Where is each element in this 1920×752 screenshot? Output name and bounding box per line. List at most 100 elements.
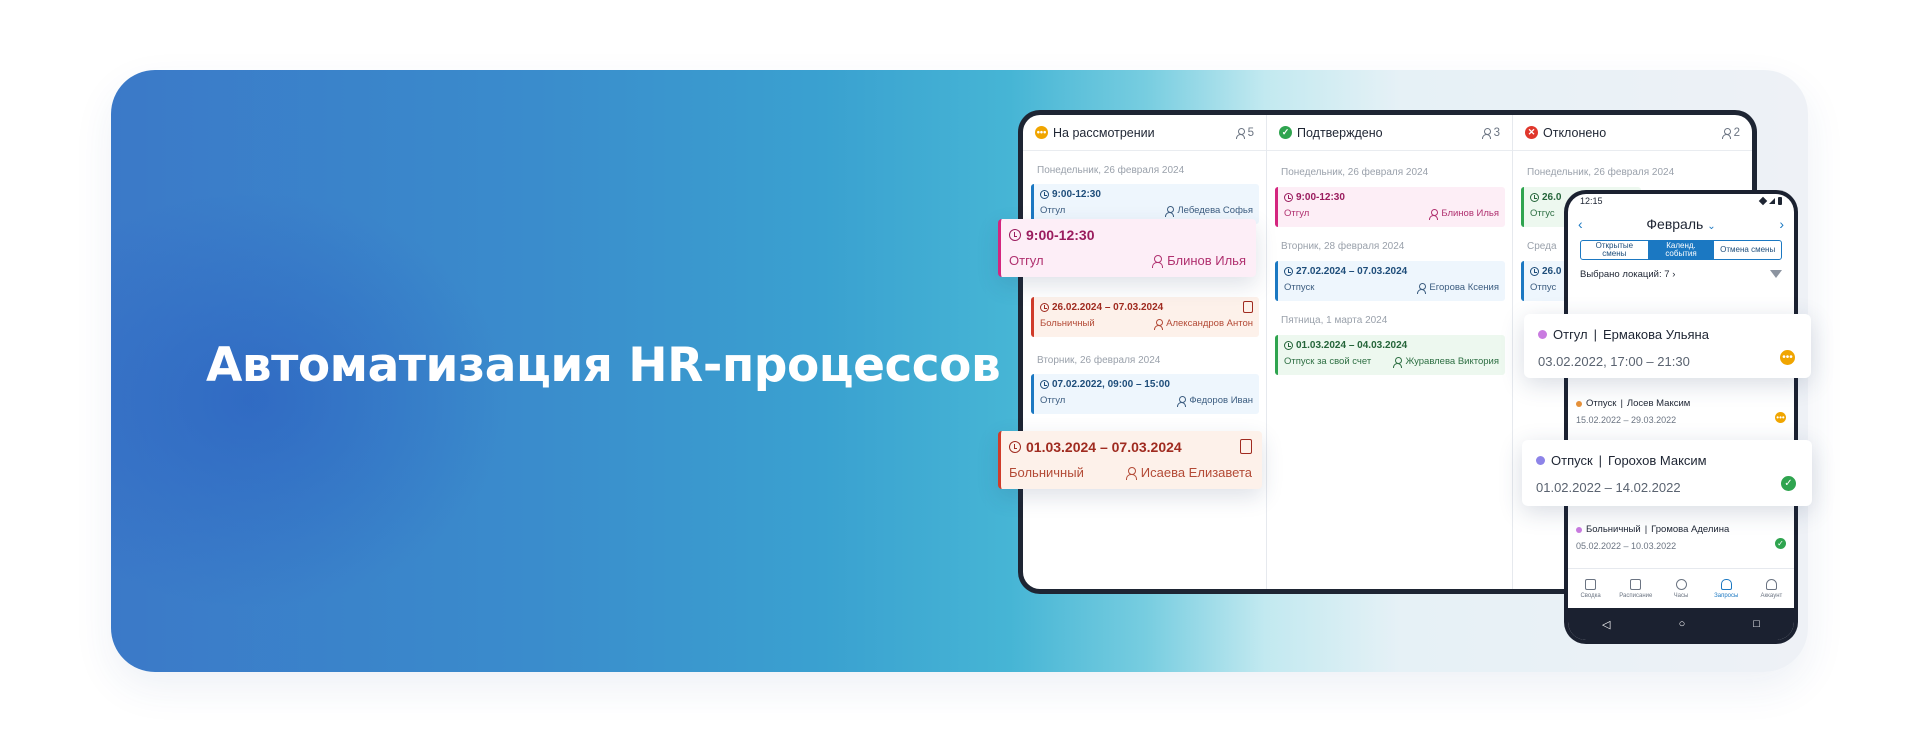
date-heading: Вторник, 28 февраля 2024 — [1281, 241, 1405, 252]
calendar-icon — [1630, 578, 1642, 590]
location-filter[interactable]: Выбрано локаций: 7 › — [1568, 266, 1794, 282]
card-person: Исаева Елизавета — [1140, 465, 1252, 480]
status-dot — [1576, 526, 1582, 533]
clock-icon — [1530, 193, 1539, 202]
pending-dots-icon: ••• — [1780, 350, 1795, 365]
card-type: Отгул — [1284, 208, 1310, 219]
date-heading: Понедельник, 26 февраля 2024 — [1037, 165, 1185, 176]
request-list-item[interactable]: Больничный | Громова Аделина 05.02.2022 – … — [1576, 524, 1786, 551]
card-type: Отпус — [1530, 282, 1557, 293]
date-heading: Среда — [1527, 241, 1557, 252]
clock-icon — [1040, 190, 1049, 199]
user-icon — [1125, 466, 1137, 480]
document-icon — [1243, 301, 1253, 313]
card-time: 26.0 — [1542, 192, 1562, 203]
column-header-rejected[interactable]: ✕ Отклонено 2 — [1513, 115, 1752, 151]
highlighted-request-card[interactable]: 9:00-12:30 Отгул Блинов Илья — [998, 219, 1256, 277]
clock-icon — [1284, 341, 1293, 350]
phone-device: 12:15 ‹ Февраль ⌄ › Открытые смены Кален… — [1564, 190, 1798, 644]
column-approved: ✓ Подтверждено 3 Понедельник, 26 февраля… — [1267, 115, 1513, 589]
status-dot — [1536, 456, 1545, 465]
filter-icon[interactable] — [1770, 270, 1782, 278]
status-icons — [1758, 196, 1782, 206]
card-person: Лебедева Софья — [1177, 205, 1253, 216]
chevron-left-icon[interactable]: ‹ — [1578, 216, 1583, 232]
column-title: На рассмотрении — [1053, 125, 1155, 140]
grid-icon — [1585, 578, 1597, 590]
user-icon — [1721, 127, 1731, 139]
phone-screen: 12:15 ‹ Февраль ⌄ › Открытые смены Кален… — [1568, 194, 1794, 640]
highlighted-request-item[interactable]: Отгул | Ермакова Ульяна 03.02.2022, 17:00 … — [1524, 314, 1811, 378]
check-circle-icon: ✓ — [1279, 126, 1292, 139]
item-dates: 03.02.2022, 17:00 – 21:30 — [1538, 354, 1690, 369]
clock-icon — [1530, 267, 1539, 276]
segment-open-shifts[interactable]: Открытые смены — [1581, 241, 1648, 259]
user-icon — [1393, 356, 1403, 368]
column-header-approved[interactable]: ✓ Подтверждено 3 — [1267, 115, 1512, 151]
column-pending: ••• На рассмотрении 5 Понедельник, 26 фе… — [1023, 115, 1267, 589]
recents-icon[interactable]: □ — [1753, 618, 1760, 630]
column-header-pending[interactable]: ••• На рассмотрении 5 — [1023, 115, 1266, 151]
item-dates: 01.02.2022 – 14.02.2022 — [1536, 480, 1681, 495]
card-time: 26.0 — [1542, 266, 1562, 277]
clock-icon — [1009, 441, 1021, 453]
request-card[interactable]: 9:00-12:30 Отгул Блинов Илья — [1275, 187, 1505, 227]
tab-account[interactable]: Аккаунт — [1749, 569, 1794, 608]
card-type: Отгул — [1040, 395, 1066, 406]
check-circle-icon: ✓ — [1775, 538, 1786, 549]
request-list-item[interactable]: Отпуск | Лосев Максим 15.02.2022 – 29.03.2… — [1576, 398, 1786, 425]
card-time: 9:00-12:30 — [1052, 189, 1101, 200]
request-card[interactable]: 27.02.2024 – 07.03.2024 Отпуск Егорова Кс… — [1275, 261, 1505, 301]
month-selector[interactable]: Февраль ⌄ — [1646, 216, 1715, 232]
segment-cancel-shift[interactable]: Отмена смены — [1714, 241, 1781, 259]
highlighted-request-item[interactable]: Отпуск | Горохов Максим 01.02.2022 – 14.02… — [1522, 440, 1812, 506]
request-card[interactable]: 01.03.2024 – 04.03.2024 Отпуск за свой с… — [1275, 335, 1505, 375]
card-time: 01.03.2024 – 04.03.2024 — [1296, 340, 1408, 351]
card-time: 01.03.2024 – 07.03.2024 — [1026, 439, 1182, 455]
count-badge: 3 — [1481, 127, 1500, 139]
card-type: Больничный — [1009, 465, 1084, 480]
card-type: Отпуск за свой счет — [1284, 356, 1372, 367]
card-person: Блинов Илья — [1441, 208, 1499, 219]
clock-icon — [1284, 193, 1293, 202]
tab-requests[interactable]: Запросы — [1704, 569, 1749, 608]
segment-control: Открытые смены Календ. события Отмена см… — [1580, 240, 1782, 260]
signal-icon — [1769, 198, 1775, 204]
user-icon — [1152, 254, 1164, 268]
status-dot — [1538, 330, 1547, 339]
chevron-down-icon: ⌄ — [1707, 221, 1716, 232]
card-time: 26.02.2024 – 07.03.2024 — [1052, 302, 1164, 313]
request-card[interactable]: 9:00-12:30 Отгул Лебедева Софья — [1031, 184, 1259, 224]
card-person: Федоров Иван — [1189, 395, 1253, 406]
month-navigator: ‹ Февраль ⌄ › — [1568, 208, 1794, 240]
request-card[interactable]: 26.02.2024 – 07.03.2024 Больничный Алекса… — [1031, 297, 1259, 337]
home-icon[interactable]: ○ — [1679, 618, 1686, 630]
item-dates: 05.02.2022 – 10.03.2022 — [1576, 541, 1677, 551]
user-icon — [1429, 208, 1439, 220]
clock-icon — [1040, 303, 1049, 312]
column-title: Отклонено — [1543, 125, 1607, 140]
battery-icon — [1778, 197, 1782, 205]
tab-hours[interactable]: Часы — [1658, 569, 1703, 608]
request-card[interactable]: 07.02.2022, 09:00 – 15:00 Отгул Федоров И… — [1031, 374, 1259, 414]
tab-summary[interactable]: Сводка — [1568, 569, 1613, 608]
card-type: Больничный — [1040, 318, 1095, 329]
date-heading: Пятница, 1 марта 2024 — [1281, 315, 1388, 326]
chevron-right-icon[interactable]: › — [1779, 216, 1784, 232]
user-icon — [1481, 127, 1491, 139]
segment-calendar-events[interactable]: Календ. события — [1647, 241, 1715, 259]
status-time: 12:15 — [1580, 196, 1603, 206]
tab-schedule[interactable]: Расписание — [1613, 569, 1658, 608]
user-icon — [1165, 205, 1175, 217]
pending-dots-icon: ••• — [1775, 412, 1786, 423]
back-icon[interactable]: ◁ — [1602, 618, 1610, 631]
card-person: Журавлева Виктория — [1405, 356, 1499, 367]
clock-icon — [1284, 267, 1293, 276]
wifi-icon — [1758, 196, 1768, 206]
user-icon — [1417, 282, 1427, 294]
date-heading: Понедельник, 26 февраля 2024 — [1281, 167, 1429, 178]
card-type: Отгул — [1009, 253, 1044, 268]
card-time: 9:00-12:30 — [1026, 227, 1095, 243]
highlighted-request-card[interactable]: 01.03.2024 – 07.03.2024 Больничный Исаева… — [998, 431, 1262, 489]
status-bar: 12:15 — [1568, 194, 1794, 208]
